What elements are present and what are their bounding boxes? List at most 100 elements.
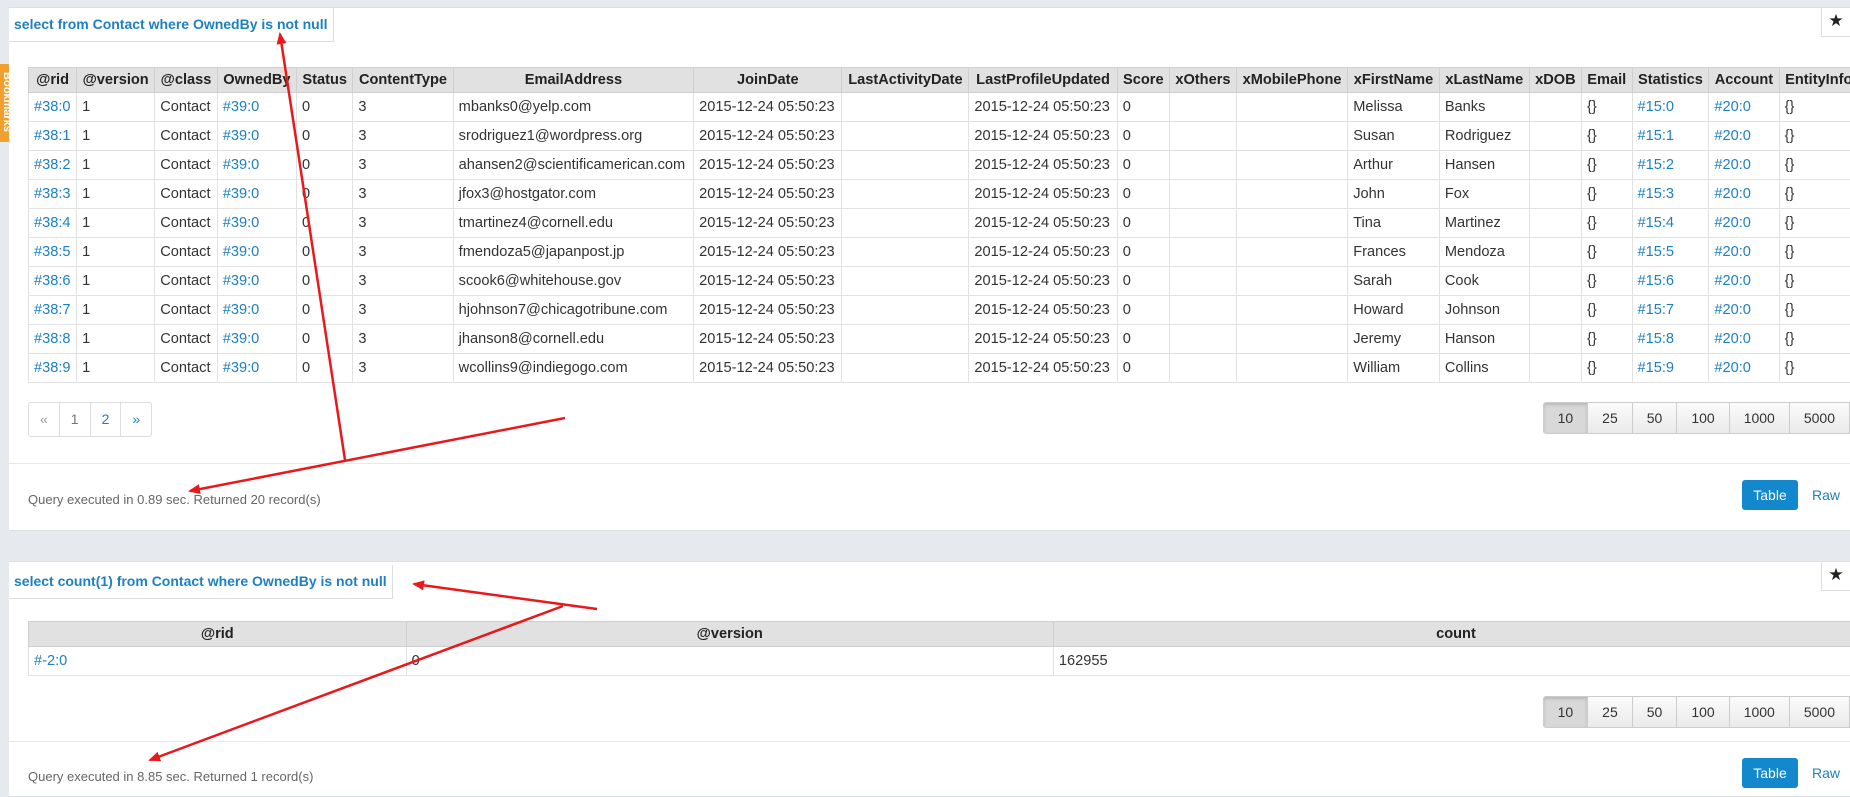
column-header-entityinfo[interactable]: EntityInfo xyxy=(1778,67,1850,93)
view-raw-link[interactable]: Raw xyxy=(1812,758,1840,788)
table-row[interactable]: #38:1 1 Contact #39:0 0 3 srodriguez1@wordpres… xyxy=(27,121,1850,151)
page-size-option-50[interactable]: 50 xyxy=(1632,697,1678,727)
column-header-xfirstname[interactable]: xFirstName xyxy=(1347,67,1440,93)
record-link[interactable]: #39:0 xyxy=(216,92,298,122)
record-link[interactable]: #-2:0 xyxy=(28,646,407,676)
column-header-account[interactable]: Account xyxy=(1708,67,1780,93)
record-link[interactable]: #20:0 xyxy=(1708,295,1780,325)
record-link[interactable]: #39:0 xyxy=(216,266,298,296)
table-row[interactable]: #38:2 1 Contact #39:0 0 3 ahansen2@scientifica… xyxy=(27,150,1850,180)
record-link[interactable]: #15:7 xyxy=(1631,295,1710,325)
record-link[interactable]: #38:5 xyxy=(27,237,78,267)
table-cell xyxy=(841,121,970,151)
record-link[interactable]: #39:0 xyxy=(216,237,298,267)
view-raw-link[interactable]: Raw xyxy=(1812,480,1840,510)
page-size-option-100[interactable]: 100 xyxy=(1677,697,1730,727)
column-header-count[interactable]: count xyxy=(1052,621,1850,647)
record-link[interactable]: #15:0 xyxy=(1631,92,1710,122)
record-link[interactable]: #20:0 xyxy=(1708,353,1780,383)
record-link[interactable]: #38:8 xyxy=(27,324,78,354)
record-link[interactable]: #20:0 xyxy=(1708,179,1780,209)
record-link[interactable]: #39:0 xyxy=(216,295,298,325)
query-text[interactable]: select count(1) from Contact where Owned… xyxy=(9,565,393,599)
record-link[interactable]: #39:0 xyxy=(216,324,298,354)
record-link[interactable]: #38:6 xyxy=(27,266,78,296)
record-link[interactable]: #20:0 xyxy=(1708,150,1780,180)
page-size-option-1000[interactable]: 1000 xyxy=(1729,403,1790,433)
column-header-class[interactable]: @class xyxy=(154,67,218,93)
column-header-contenttype[interactable]: ContentType xyxy=(352,67,454,93)
record-link[interactable]: #15:5 xyxy=(1631,237,1710,267)
column-header-emailaddress[interactable]: EmailAddress xyxy=(452,67,695,93)
bookmark-star-icon[interactable]: ★ xyxy=(1821,562,1850,591)
pagination-prev[interactable]: « xyxy=(29,403,60,436)
column-header-version[interactable]: @version xyxy=(76,67,156,93)
record-link[interactable]: #39:0 xyxy=(216,208,298,238)
column-header-lastactivitydate[interactable]: LastActivityDate xyxy=(841,67,970,93)
column-header-email[interactable]: Email xyxy=(1580,67,1633,93)
record-link[interactable]: #15:1 xyxy=(1631,121,1710,151)
table-row[interactable]: #38:0 1 Contact #39:0 0 3 mbanks0@yelp.com 2015… xyxy=(27,92,1850,122)
page-size-option-5000[interactable]: 5000 xyxy=(1789,403,1849,433)
record-link[interactable]: #15:6 xyxy=(1631,266,1710,296)
record-link[interactable]: #20:0 xyxy=(1708,121,1780,151)
page-size-option-25[interactable]: 25 xyxy=(1588,403,1633,433)
record-link[interactable]: #15:3 xyxy=(1631,179,1710,209)
record-link[interactable]: #15:2 xyxy=(1631,150,1710,180)
record-link[interactable]: #39:0 xyxy=(216,353,298,383)
column-header-xdob[interactable]: xDOB xyxy=(1528,67,1582,93)
page-size-option-10[interactable]: 10 xyxy=(1543,697,1589,727)
table-row[interactable]: #38:4 1 Contact #39:0 0 3 tmartinez4@cornell.e… xyxy=(27,208,1850,238)
page-size-option-10[interactable]: 10 xyxy=(1543,403,1589,433)
record-link[interactable]: #20:0 xyxy=(1708,266,1780,296)
bookmark-star-icon[interactable]: ★ xyxy=(1821,8,1850,37)
table-row[interactable]: #38:5 1 Contact #39:0 0 3 fmendoza5@japanpost.… xyxy=(27,237,1850,267)
record-link[interactable]: #38:2 xyxy=(27,150,78,180)
record-link[interactable]: #20:0 xyxy=(1708,208,1780,238)
column-header-version[interactable]: @version xyxy=(405,621,1054,647)
page-size-option-5000[interactable]: 5000 xyxy=(1789,697,1849,727)
page-size-option-1000[interactable]: 1000 xyxy=(1729,697,1790,727)
column-header-xmobilephone[interactable]: xMobilePhone xyxy=(1235,67,1349,93)
record-link[interactable]: #38:0 xyxy=(27,92,78,122)
column-header-joindate[interactable]: JoinDate xyxy=(693,67,843,93)
record-link[interactable]: #38:1 xyxy=(27,121,78,151)
view-table-button[interactable]: Table xyxy=(1742,758,1798,788)
table-row[interactable]: #38:3 1 Contact #39:0 0 3 jfox3@hostgator.com 2… xyxy=(27,179,1850,209)
record-link[interactable]: #39:0 xyxy=(216,150,298,180)
page-size-option-50[interactable]: 50 xyxy=(1632,403,1678,433)
page-size-option-100[interactable]: 100 xyxy=(1677,403,1730,433)
column-header-lastprofileupdated[interactable]: LastProfileUpdated xyxy=(968,67,1118,93)
pagination-next[interactable]: » xyxy=(121,403,151,436)
column-header-status[interactable]: Status xyxy=(296,67,354,93)
query-text[interactable]: select from Contact where OwnedBy is not… xyxy=(9,8,334,42)
table-row[interactable]: #-2:0 0 162955 xyxy=(28,646,1850,676)
column-header-score[interactable]: Score xyxy=(1116,67,1170,93)
view-table-button[interactable]: Table xyxy=(1742,480,1798,510)
page-size-option-25[interactable]: 25 xyxy=(1588,697,1633,727)
record-link[interactable]: #15:9 xyxy=(1631,353,1710,383)
column-header-ownedby[interactable]: OwnedBy xyxy=(216,67,298,93)
column-header-statistics[interactable]: Statistics xyxy=(1631,67,1710,93)
column-header-rid[interactable]: @rid xyxy=(28,621,407,647)
record-link[interactable]: #38:3 xyxy=(27,179,78,209)
table-row[interactable]: #38:7 1 Contact #39:0 0 3 hjohnson7@chicagotri… xyxy=(27,295,1850,325)
record-link[interactable]: #38:7 xyxy=(27,295,78,325)
column-header-xothers[interactable]: xOthers xyxy=(1168,67,1237,93)
table-row[interactable]: #38:9 1 Contact #39:0 0 3 wcollins9@indiegogo.… xyxy=(27,353,1850,383)
record-link[interactable]: #39:0 xyxy=(216,121,298,151)
record-link[interactable]: #38:9 xyxy=(27,353,78,383)
record-link[interactable]: #38:4 xyxy=(27,208,78,238)
column-header-rid[interactable]: @rid xyxy=(27,67,78,93)
record-link[interactable]: #20:0 xyxy=(1708,324,1780,354)
table-row[interactable]: #38:6 1 Contact #39:0 0 3 scook6@whitehouse.go… xyxy=(27,266,1850,296)
pagination-page-2[interactable]: 2 xyxy=(91,403,122,436)
record-link[interactable]: #20:0 xyxy=(1708,92,1780,122)
record-link[interactable]: #15:8 xyxy=(1631,324,1710,354)
record-link[interactable]: #39:0 xyxy=(216,179,298,209)
record-link[interactable]: #15:4 xyxy=(1631,208,1710,238)
pagination-page-1[interactable]: 1 xyxy=(60,403,91,436)
table-row[interactable]: #38:8 1 Contact #39:0 0 3 jhanson8@cornell.edu… xyxy=(27,324,1850,354)
column-header-xlastname[interactable]: xLastName xyxy=(1438,67,1530,93)
record-link[interactable]: #20:0 xyxy=(1708,237,1780,267)
